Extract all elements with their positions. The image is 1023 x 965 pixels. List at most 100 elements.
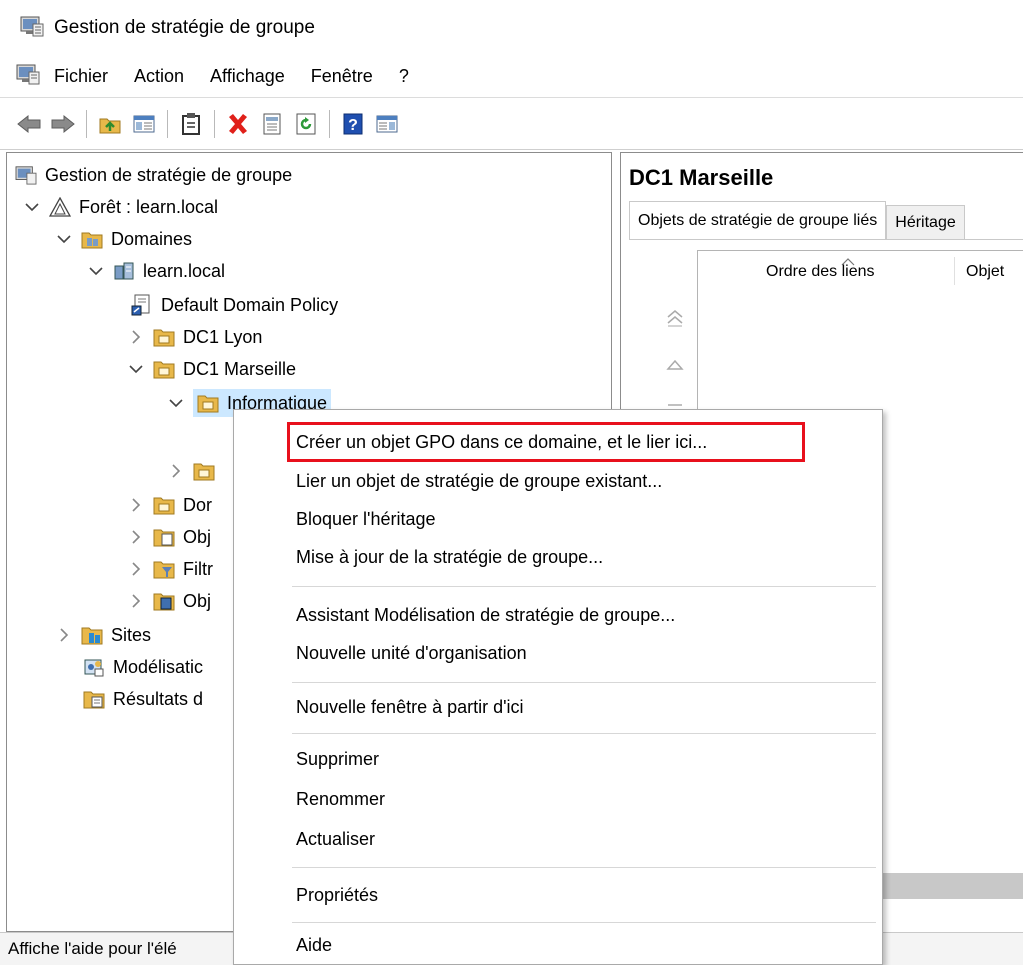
ou-folder-icon: [153, 326, 175, 348]
help-icon[interactable]: ?: [338, 109, 368, 139]
tree-item-gpo-objects[interactable]: Obj: [127, 521, 211, 553]
details-title: DC1 Marseille: [629, 165, 774, 190]
tree-item-domain-learn-local[interactable]: learn.local: [87, 255, 225, 287]
system-menu-icon[interactable]: [16, 63, 40, 90]
tree-item-default-domain-policy[interactable]: Default Domain Policy: [131, 289, 338, 321]
tree-item-label: DC1 Marseille: [183, 358, 297, 379]
tree-item-label: DC1 Lyon: [183, 326, 263, 347]
menu-item-properties[interactable]: Propriétés: [296, 878, 378, 912]
menu-help[interactable]: ?: [399, 66, 409, 87]
toolbar-separator: [214, 109, 215, 138]
horizontal-scrollbar[interactable]: [876, 873, 1023, 899]
column-header-object[interactable]: Objet: [966, 263, 1004, 281]
chevron-down-icon[interactable]: [23, 198, 41, 216]
show-tree-icon[interactable]: [129, 109, 159, 139]
tree-item-label: Obj: [183, 526, 212, 547]
menu-action[interactable]: Action: [134, 66, 184, 87]
chevron-down-icon[interactable]: [127, 360, 145, 378]
menu-item-help[interactable]: Aide: [296, 928, 332, 962]
tree-item-starter-gpos[interactable]: Obj: [127, 585, 211, 617]
modeling-icon: [83, 656, 105, 678]
menu-separator: [292, 867, 876, 868]
chevron-down-icon[interactable]: [87, 262, 105, 280]
ou-folder-icon: [153, 494, 175, 516]
properties-icon[interactable]: [257, 109, 287, 139]
menu-separator: [292, 922, 876, 923]
tree-item-label: Résultats d: [113, 688, 204, 709]
title-bar: Gestion de stratégie de groupe: [0, 0, 1023, 56]
tree-item-label: Gestion de stratégie de groupe: [45, 164, 293, 185]
tree-item-ou-dc1-lyon[interactable]: DC1 Lyon: [127, 321, 262, 353]
menu-item-refresh[interactable]: Actualiser: [296, 822, 375, 856]
move-to-top-icon[interactable]: [663, 306, 687, 330]
gpmc-console-icon: [15, 164, 37, 186]
chevron-down-icon[interactable]: [55, 230, 73, 248]
filter-folder-icon: [153, 558, 175, 580]
menu-item-delete[interactable]: Supprimer: [296, 742, 379, 776]
column-header-link-order[interactable]: Ordre des liens: [766, 263, 875, 281]
menu-item-new-window-from-here[interactable]: Nouvelle fenêtre à partir d'ici: [296, 690, 524, 724]
forest-triangle-icon: [49, 196, 71, 218]
menu-separator: [292, 682, 876, 683]
status-text: Affiche l'aide pour l'élé: [8, 939, 177, 958]
menu-separator: [292, 586, 876, 587]
starter-gpo-folder-icon: [153, 590, 175, 612]
tree-item-label: Modélisatic: [113, 656, 204, 677]
menu-item-rename[interactable]: Renommer: [296, 782, 385, 816]
toolbar-separator: [86, 109, 87, 138]
tree-item-ou-partial[interactable]: [127, 455, 223, 487]
tree-item-modeling[interactable]: Modélisatic: [83, 651, 203, 683]
tree-item-domain-controllers[interactable]: Dor: [127, 489, 212, 521]
menu-affichage[interactable]: Affichage: [210, 66, 285, 87]
tab-inheritance[interactable]: Héritage: [886, 205, 965, 239]
tab-linked-gpos[interactable]: Objets de stratégie de groupe liés: [629, 201, 887, 239]
tree-item-root[interactable]: Gestion de stratégie de groupe: [15, 159, 292, 191]
toolbar-separator: [329, 109, 330, 138]
menu-fenetre[interactable]: Fenêtre: [311, 66, 373, 87]
tree-item-label: Filtr: [183, 558, 213, 579]
action-pane-icon[interactable]: [372, 109, 402, 139]
refresh-icon[interactable]: [291, 109, 321, 139]
window-title: Gestion de stratégie de groupe: [54, 17, 315, 38]
menu-item-link-existing-gpo[interactable]: Lier un objet de stratégie de groupe exi…: [296, 464, 662, 498]
clipboard-icon[interactable]: [176, 109, 206, 139]
menu-item-group-policy-update[interactable]: Mise à jour de la stratégie de groupe...: [296, 540, 603, 574]
tree-item-forest[interactable]: Forêt : learn.local: [23, 191, 218, 223]
forward-arrow-icon[interactable]: [48, 109, 78, 139]
tree-item-domains[interactable]: Domaines: [55, 223, 192, 255]
tree-item-label: Forêt : learn.local: [79, 196, 219, 217]
menu-separator: [292, 733, 876, 734]
gpmc-console-icon: [20, 15, 44, 42]
up-folder-icon[interactable]: [95, 109, 125, 139]
back-arrow-icon[interactable]: [14, 109, 44, 139]
chevron-right-icon[interactable]: [127, 592, 145, 610]
move-up-icon[interactable]: [663, 352, 687, 376]
tree-item-sites[interactable]: Sites: [55, 619, 151, 651]
chevron-right-icon[interactable]: [127, 528, 145, 546]
sites-icon: [81, 624, 103, 646]
tree-item-label: Obj: [183, 590, 212, 611]
menu-item-new-ou[interactable]: Nouvelle unité d'organisation: [296, 636, 527, 670]
tree-item-label: learn.local: [143, 260, 226, 281]
toolbar: ?: [0, 98, 1023, 150]
chevron-right-icon[interactable]: [127, 496, 145, 514]
ou-folder-icon: [193, 460, 215, 482]
domains-folder-icon: [81, 228, 103, 250]
chevron-right-icon[interactable]: [127, 560, 145, 578]
tree-item-label: Default Domain Policy: [161, 294, 339, 315]
menu-item-modeling-wizard[interactable]: Assistant Modélisation de stratégie de g…: [296, 598, 675, 632]
delete-x-icon[interactable]: [223, 109, 253, 139]
menu-bar: Fichier Action Affichage Fenêtre ?: [0, 56, 1023, 98]
chevron-right-icon[interactable]: [55, 626, 73, 644]
column-divider: [954, 257, 955, 285]
tree-item-results[interactable]: Résultats d: [83, 683, 203, 715]
tree-item-wmi-filters[interactable]: Filtr: [127, 553, 213, 585]
menu-item-block-inheritance[interactable]: Bloquer l'héritage: [296, 502, 436, 536]
chevron-right-icon[interactable]: [167, 462, 185, 480]
chevron-down-icon[interactable]: [167, 394, 185, 412]
menu-fichier[interactable]: Fichier: [54, 66, 108, 87]
menu-item-create-gpo-and-link[interactable]: Créer un objet GPO dans ce domaine, et l…: [296, 425, 707, 459]
tree-item-ou-dc1-marseille[interactable]: DC1 Marseille: [127, 353, 296, 385]
context-menu: Créer un objet GPO dans ce domaine, et l…: [233, 409, 883, 965]
chevron-right-icon[interactable]: [127, 328, 145, 346]
